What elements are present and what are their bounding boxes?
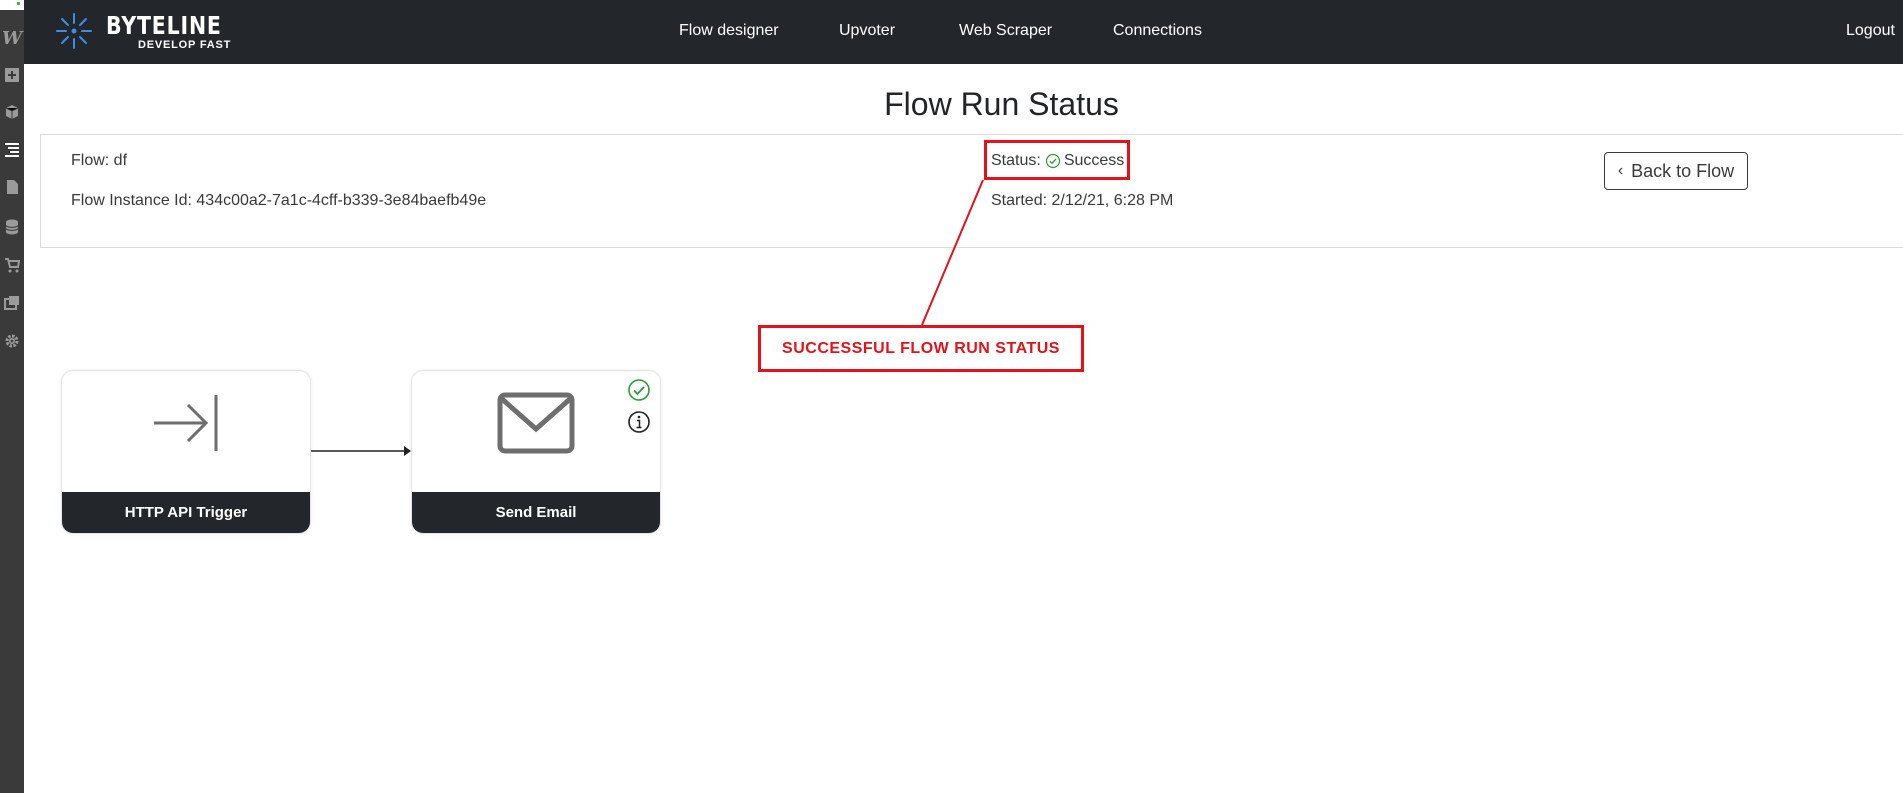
navigator-icon[interactable] [3,140,21,158]
box-icon[interactable] [3,103,21,121]
flow-name: Flow: df [71,152,128,169]
top-navbar: BYTELINE DEVELOP FAST Flow designer Upvo… [24,0,1903,64]
page-icon[interactable] [3,178,21,196]
started-time: Started: 2/12/21, 6:28 PM [991,192,1174,209]
back-to-flow-label: Back to Flow [1631,160,1735,181]
status-value: Success [1063,152,1125,169]
editor-logo-icon[interactable]: W [2,28,22,50]
annotation-callout: SUCCESSFUL FLOW RUN STATUS [758,325,1084,372]
editor-sidebar: W [0,0,24,793]
run-status: Status: Success [991,152,1124,170]
nav-link-connections[interactable]: Connections [1113,22,1202,40]
back-to-flow-button[interactable]: ‹ Back to Flow [1604,152,1748,190]
status-dot [17,2,20,5]
page-title: Flow Run Status [884,86,1119,122]
arrow-to-bar-icon [154,395,218,451]
annotation-text: SUCCESSFUL FLOW RUN STATUS [782,339,1060,357]
byteline-logo-icon [56,13,92,49]
node-label: HTTP API Trigger [62,492,310,533]
logout-link[interactable]: Logout [1846,22,1895,40]
flow-node-send-email[interactable]: Send Email [411,370,661,534]
database-icon[interactable] [3,218,21,236]
settings-icon[interactable] [3,332,21,350]
success-check-icon [1045,153,1060,169]
nav-link-web-scraper[interactable]: Web Scraper [959,22,1052,40]
envelope-icon [497,392,575,454]
flow-instance-id: Flow Instance Id: 434c00a2-7a1c-4cff-b33… [71,192,487,209]
brand-tagline: DEVELOP FAST [138,39,232,51]
info-icon[interactable] [627,410,651,434]
cart-icon[interactable] [3,256,21,274]
brand-name: BYTELINE [106,11,222,40]
success-check-icon[interactable] [627,378,651,402]
add-icon[interactable] [3,66,21,84]
chevron-left-icon: ‹ [1617,162,1624,179]
status-label: Status: [991,152,1041,169]
sidebar-top-strip [0,0,24,10]
assets-icon[interactable] [3,294,21,312]
flow-node-http-api-trigger[interactable]: HTTP API Trigger [61,370,311,534]
nav-link-upvoter[interactable]: Upvoter [839,22,895,40]
node-label: Send Email [412,492,660,533]
nav-link-flow-designer[interactable]: Flow designer [679,22,779,40]
